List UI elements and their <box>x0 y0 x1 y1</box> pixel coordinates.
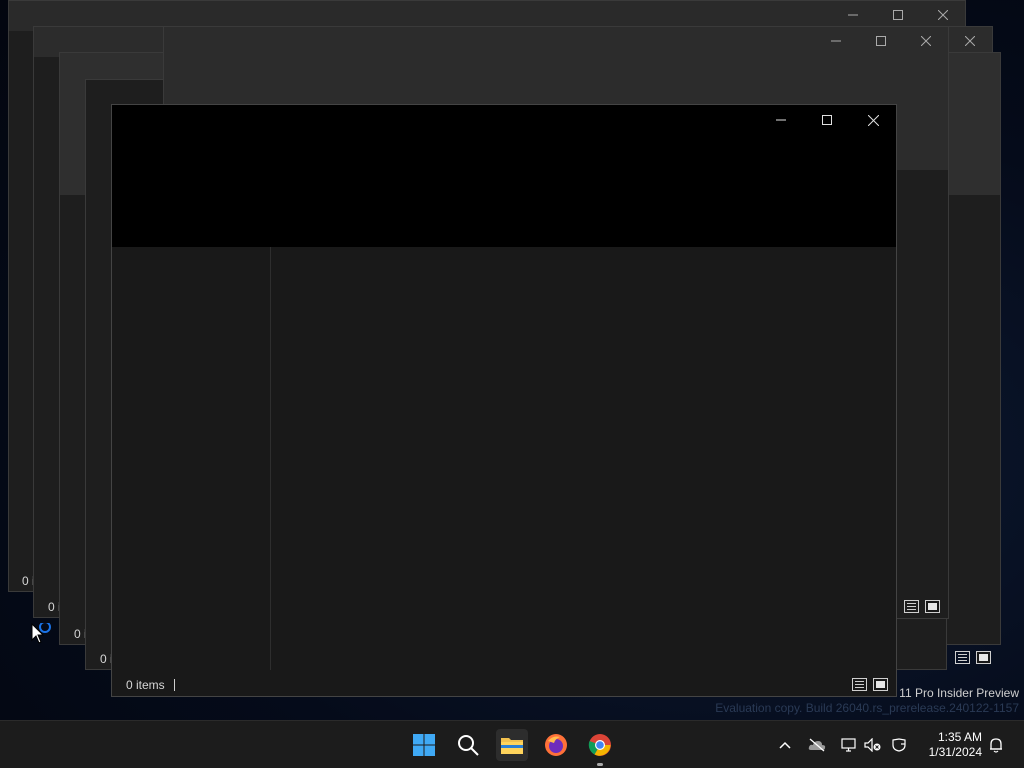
maximize-icon <box>822 115 832 125</box>
close-button[interactable] <box>947 27 992 55</box>
onedrive-button[interactable] <box>807 735 827 755</box>
minimize-icon <box>776 119 786 121</box>
view-toggle-background <box>955 651 991 664</box>
notification-bell-icon <box>990 738 1002 753</box>
search-icon <box>458 735 479 756</box>
details-view-icon[interactable] <box>904 600 919 613</box>
close-button[interactable] <box>920 1 965 29</box>
firefox-button[interactable] <box>540 729 572 761</box>
explorer-window-front[interactable]: 0 items <box>111 104 897 697</box>
chrome-icon <box>588 734 611 756</box>
details-view-icon[interactable] <box>955 651 970 664</box>
status-separator <box>174 679 175 691</box>
minimize-button[interactable] <box>758 105 804 135</box>
chrome-running-indicator <box>597 763 603 766</box>
volume-button[interactable] <box>863 735 883 755</box>
search-button[interactable] <box>452 729 484 761</box>
view-toggle <box>904 600 940 613</box>
busy-cursor-icon <box>31 621 51 644</box>
status-item-count: 0 items <box>126 678 165 692</box>
file-explorer-icon <box>501 738 523 754</box>
system-clock[interactable]: 1:35 AM 1/31/2024 <box>929 730 982 760</box>
watermark: 11 Pro Insider Preview Evaluation copy. … <box>715 686 1019 716</box>
show-hidden-icons-button[interactable] <box>775 735 795 755</box>
minimize-icon <box>847 14 858 16</box>
close-button[interactable] <box>850 105 896 135</box>
windows-start-icon <box>413 734 435 756</box>
network-icon <box>841 738 856 752</box>
maximize-button[interactable] <box>875 1 920 29</box>
navigation-pane[interactable] <box>112 247 271 670</box>
minimize-button[interactable] <box>830 1 875 29</box>
minimize-button[interactable] <box>813 27 858 55</box>
tiles-view-icon[interactable] <box>976 651 991 664</box>
clock-date: 1/31/2024 <box>928 745 982 759</box>
mouse-cursor <box>31 621 55 650</box>
watermark-line2: Evaluation copy. Build 26040.rs_prerelea… <box>715 701 1019 715</box>
close-button[interactable] <box>903 27 948 55</box>
chevron-up-icon <box>779 741 791 749</box>
close-icon <box>964 36 975 46</box>
volume-muted-icon <box>864 738 881 752</box>
start-button[interactable] <box>408 729 440 761</box>
security-button[interactable] <box>891 735 911 755</box>
content-pane[interactable] <box>271 247 896 670</box>
close-icon <box>867 114 879 126</box>
watermark-line1: 11 Pro Insider Preview <box>899 686 1019 700</box>
chrome-button[interactable] <box>584 729 616 761</box>
maximize-button[interactable] <box>858 27 903 55</box>
file-explorer-button[interactable] <box>496 729 528 761</box>
maximize-button[interactable] <box>804 105 850 135</box>
taskbar: 1:35 AM 1/31/2024 <box>0 720 1024 768</box>
maximize-icon <box>892 10 903 20</box>
security-shield-icon <box>892 738 906 752</box>
minimize-icon <box>830 40 841 42</box>
maximize-icon <box>875 36 886 46</box>
onedrive-offline-icon <box>808 738 826 752</box>
firefox-icon <box>545 734 567 756</box>
notification-button[interactable] <box>986 735 1006 755</box>
close-icon <box>937 10 948 20</box>
network-button[interactable] <box>839 735 859 755</box>
tiles-view-icon[interactable] <box>925 600 940 613</box>
close-icon <box>920 36 931 46</box>
clock-time: 1:35 AM <box>937 730 982 744</box>
